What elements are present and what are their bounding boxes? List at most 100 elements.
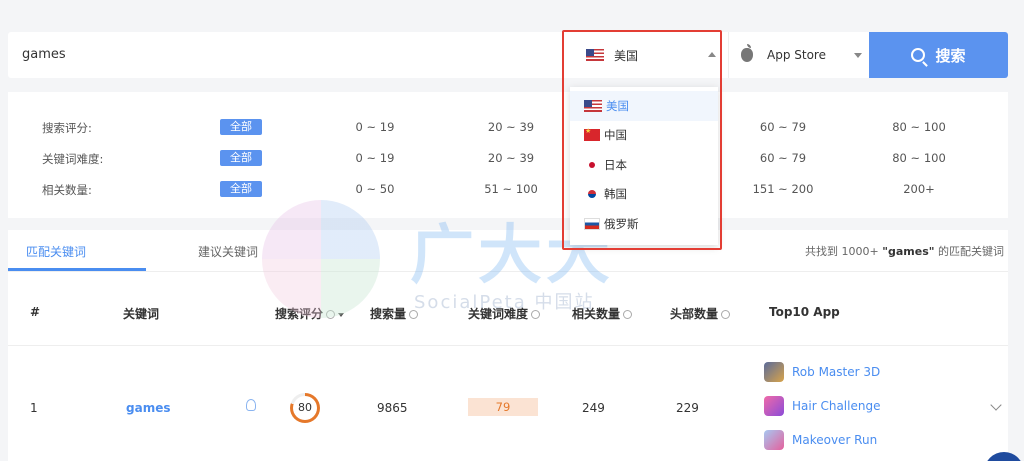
country-option-label: 俄罗斯 — [604, 216, 639, 231]
filter-all-button[interactable]: 全部 — [220, 119, 262, 135]
filter-row-related: 相关数量: 全部 0 ~ 50 51 ~ 100 151 ~ 200 200+ — [8, 180, 1008, 200]
filter-option[interactable]: 51 ~ 100 — [466, 182, 556, 196]
search-button[interactable]: 搜索 — [869, 32, 1008, 78]
filter-option[interactable]: 0 ~ 50 — [330, 182, 420, 196]
column-header-index: # — [30, 305, 41, 319]
search-score-value: 80 — [293, 396, 317, 420]
filter-row-difficulty: 关键词难度: 全部 0 ~ 19 20 ~ 39 60 ~ 79 80 ~ 10… — [8, 149, 1008, 169]
top-app-item[interactable]: Makeover Run — [764, 430, 877, 450]
country-option-label: 日本 — [604, 157, 627, 172]
country-option-us[interactable]: 美国 — [570, 91, 718, 121]
table-header: # 关键词 搜索评分 搜索量 关键词难度 相关数量 头部数量 Top10 App — [8, 272, 1008, 346]
country-option-jp[interactable]: 日本 — [570, 150, 718, 180]
search-button-label: 搜索 — [935, 46, 966, 65]
row-index: 1 — [30, 401, 38, 415]
top-app-item[interactable]: Hair Challenge — [764, 396, 880, 416]
top-app-name: Makeover Run — [792, 433, 878, 447]
top-app-item[interactable]: Rob Master 3D — [764, 362, 880, 382]
caret-up-icon — [708, 52, 716, 57]
tab-suggested-keywords[interactable]: 建议关键词 — [198, 243, 258, 260]
filter-panel: 搜索评分: 全部 0 ~ 19 20 ~ 39 60 ~ 79 80 ~ 100… — [8, 92, 1008, 218]
tab-match-keywords[interactable]: 匹配关键词 — [26, 243, 86, 260]
filter-option[interactable]: 60 ~ 79 — [738, 120, 828, 134]
result-count-prefix: 共找到 1000+ — [805, 245, 883, 258]
country-dropdown: 美国 中国 日本 韩国 俄罗斯 — [570, 87, 718, 245]
result-count-suffix: 的匹配关键词 — [934, 245, 1004, 258]
filter-option[interactable]: 20 ~ 39 — [466, 120, 556, 134]
filter-option[interactable]: 20 ~ 39 — [466, 151, 556, 165]
column-header-top[interactable]: 头部数量 — [670, 305, 731, 322]
country-option-label: 中国 — [604, 128, 627, 143]
table-row[interactable]: 1 games 80 9865 79 249 229 Rob Master 3D… — [8, 346, 1008, 461]
search-volume: 9865 — [377, 401, 408, 415]
filter-label: 关键词难度: — [42, 152, 104, 166]
info-icon[interactable] — [326, 310, 336, 319]
keyword-link[interactable]: games — [126, 401, 170, 415]
country-option-ru[interactable]: 俄罗斯 — [570, 209, 718, 239]
us-flag-icon — [586, 49, 604, 61]
lightbulb-icon[interactable] — [246, 399, 256, 411]
column-header-top-label: 头部数量 — [670, 307, 719, 321]
rob-master-app-icon — [764, 362, 784, 382]
column-header-volume-label: 搜索量 — [370, 307, 407, 321]
column-header-keyword: 关键词 — [123, 307, 160, 321]
filter-option[interactable]: 80 ~ 100 — [874, 120, 964, 134]
filter-all-button[interactable]: 全部 — [220, 181, 262, 197]
result-count-keyword: "games" — [882, 245, 935, 258]
column-header-score[interactable]: 搜索评分 — [275, 305, 345, 322]
top-app-name: Rob Master 3D — [792, 365, 881, 379]
top-app-name: Hair Challenge — [792, 399, 881, 413]
info-icon[interactable] — [531, 310, 541, 319]
country-option-kr[interactable]: 韩国 — [570, 180, 718, 210]
info-icon[interactable] — [721, 310, 731, 319]
country-option-cn[interactable]: 中国 — [570, 121, 718, 151]
page: 美国 App Store 搜索 搜索评分: 全部 0 ~ 19 20 ~ 39 … — [0, 0, 1024, 461]
chevron-down-icon[interactable] — [990, 399, 1002, 411]
column-header-volume[interactable]: 搜索量 — [370, 305, 419, 322]
filter-label: 搜索评分: — [42, 121, 92, 135]
search-icon — [911, 48, 926, 62]
filter-option[interactable]: 0 ~ 19 — [330, 120, 420, 134]
top-count: 229 — [676, 401, 699, 415]
column-header-difficulty-label: 关键词难度 — [468, 307, 529, 321]
us-flag-icon — [584, 99, 602, 112]
country-option-label: 美国 — [606, 98, 629, 113]
filter-option[interactable]: 0 ~ 19 — [330, 151, 420, 165]
sort-icon[interactable] — [338, 312, 345, 317]
column-header-related-label: 相关数量 — [572, 307, 621, 321]
filter-option[interactable]: 200+ — [874, 182, 964, 196]
hair-challenge-app-icon — [764, 396, 784, 416]
search-bar: 美国 App Store 搜索 — [8, 32, 1008, 78]
filter-row-score: 搜索评分: 全部 0 ~ 19 20 ~ 39 60 ~ 79 80 ~ 100 — [8, 118, 1008, 138]
column-header-difficulty[interactable]: 关键词难度 — [468, 305, 541, 322]
kr-flag-icon — [584, 188, 600, 201]
column-header-score-label: 搜索评分 — [275, 307, 324, 321]
related-count: 249 — [582, 401, 605, 415]
country-option-label: 韩国 — [604, 187, 627, 202]
country-select-value: 美国 — [614, 48, 639, 63]
search-input[interactable] — [22, 32, 542, 78]
jp-flag-icon — [584, 159, 600, 171]
search-score-ring: 80 — [290, 393, 320, 423]
info-icon[interactable] — [409, 310, 419, 319]
country-select[interactable]: 美国 — [570, 32, 728, 78]
column-header-related[interactable]: 相关数量 — [572, 305, 633, 322]
column-header-top10: Top10 App — [769, 305, 840, 319]
result-count: 共找到 1000+ "games" 的匹配关键词 — [805, 243, 1004, 259]
filter-label: 相关数量: — [42, 183, 92, 197]
filter-option[interactable]: 80 ~ 100 — [874, 151, 964, 165]
store-select-value: App Store — [767, 48, 826, 62]
apple-icon — [741, 44, 753, 62]
info-icon[interactable] — [623, 310, 633, 319]
active-tab-indicator — [8, 268, 146, 271]
store-select[interactable]: App Store — [728, 32, 874, 78]
cn-flag-icon — [584, 127, 600, 142]
difficulty-badge: 79 — [468, 398, 538, 416]
filter-option[interactable]: 60 ~ 79 — [738, 151, 828, 165]
makeover-run-app-icon — [764, 430, 784, 450]
keyword-tabs: 匹配关键词 建议关键词 共找到 1000+ "games" 的匹配关键词 — [8, 230, 1008, 272]
caret-down-icon — [854, 53, 862, 58]
ru-flag-icon — [584, 217, 600, 230]
filter-option[interactable]: 151 ~ 200 — [738, 182, 828, 196]
filter-all-button[interactable]: 全部 — [220, 150, 262, 166]
